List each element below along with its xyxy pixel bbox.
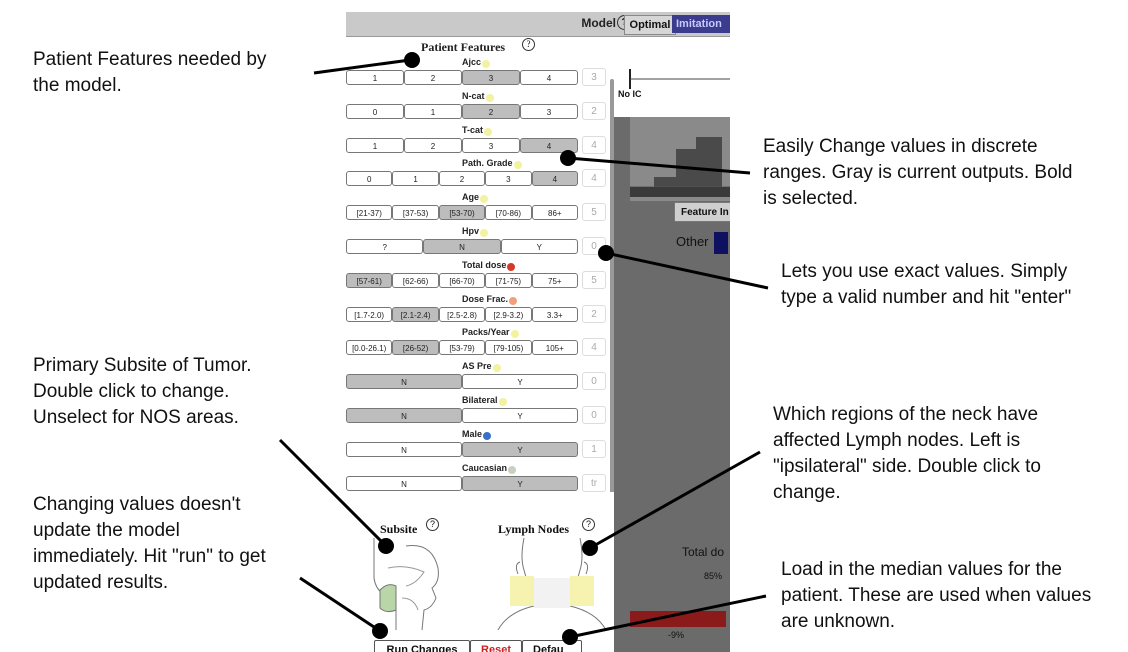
annotation-exact-values: Lets you use exact values. Simply type a… [781, 259, 1071, 311]
annotation-line: Lets you use exact values. Simply [781, 261, 1068, 282]
annotation-line: Changing values doesn't [33, 494, 241, 515]
annotation-line: affected Lymph nodes. Left is [773, 430, 1021, 451]
annotation-line: "ipsilateral" side. Double click to [773, 456, 1041, 477]
annotation-line: immediately. Hit "run" to get [33, 546, 266, 567]
annotation-line: change. [773, 482, 841, 503]
annotation-line: Which regions of the neck have [773, 404, 1039, 425]
annotation-line: ranges. Gray is current outputs. Bold [763, 162, 1073, 183]
annotation-dot-run [372, 623, 388, 639]
annotation-dot-exact-value [598, 245, 614, 261]
annotation-run-changes: Changing values doesn't update the model… [33, 492, 266, 596]
annotation-line: updated results. [33, 572, 169, 593]
annotation-lymph-nodes: Which regions of the neck have affected … [773, 402, 1041, 506]
annotation-dot-ranges [560, 150, 576, 166]
annotation-dot-subsite [378, 538, 394, 554]
annotation-line: Patient Features needed by [33, 49, 267, 70]
annotation-dot-default [562, 629, 578, 645]
annotation-dot-lymph [582, 540, 598, 556]
annotation-line: are unknown. [781, 611, 896, 632]
annotation-line: patient. These are used when values [781, 585, 1092, 606]
annotation-line: the model. [33, 75, 122, 96]
annotation-line: Primary Subsite of Tumor. [33, 355, 252, 376]
annotation-line: Load in the median values for the [781, 559, 1062, 580]
annotation-default-values: Load in the median values for the patien… [781, 557, 1091, 635]
annotation-line: is selected. [763, 188, 859, 209]
annotation-discrete-ranges: Easily Change values in discrete ranges.… [763, 134, 1072, 212]
annotation-patient-features: Patient Features needed by the model. [33, 47, 266, 99]
annotation-line: update the model [33, 520, 180, 541]
annotation-line: Easily Change values in discrete [763, 136, 1038, 157]
annotation-line: Unselect for NOS areas. [33, 407, 239, 428]
annotation-line: Double click to change. [33, 381, 230, 402]
annotation-subsite: Primary Subsite of Tumor. Double click t… [33, 353, 252, 431]
annotation-dot-features [404, 52, 420, 68]
annotation-line: type a valid number and hit "enter" [781, 287, 1072, 308]
